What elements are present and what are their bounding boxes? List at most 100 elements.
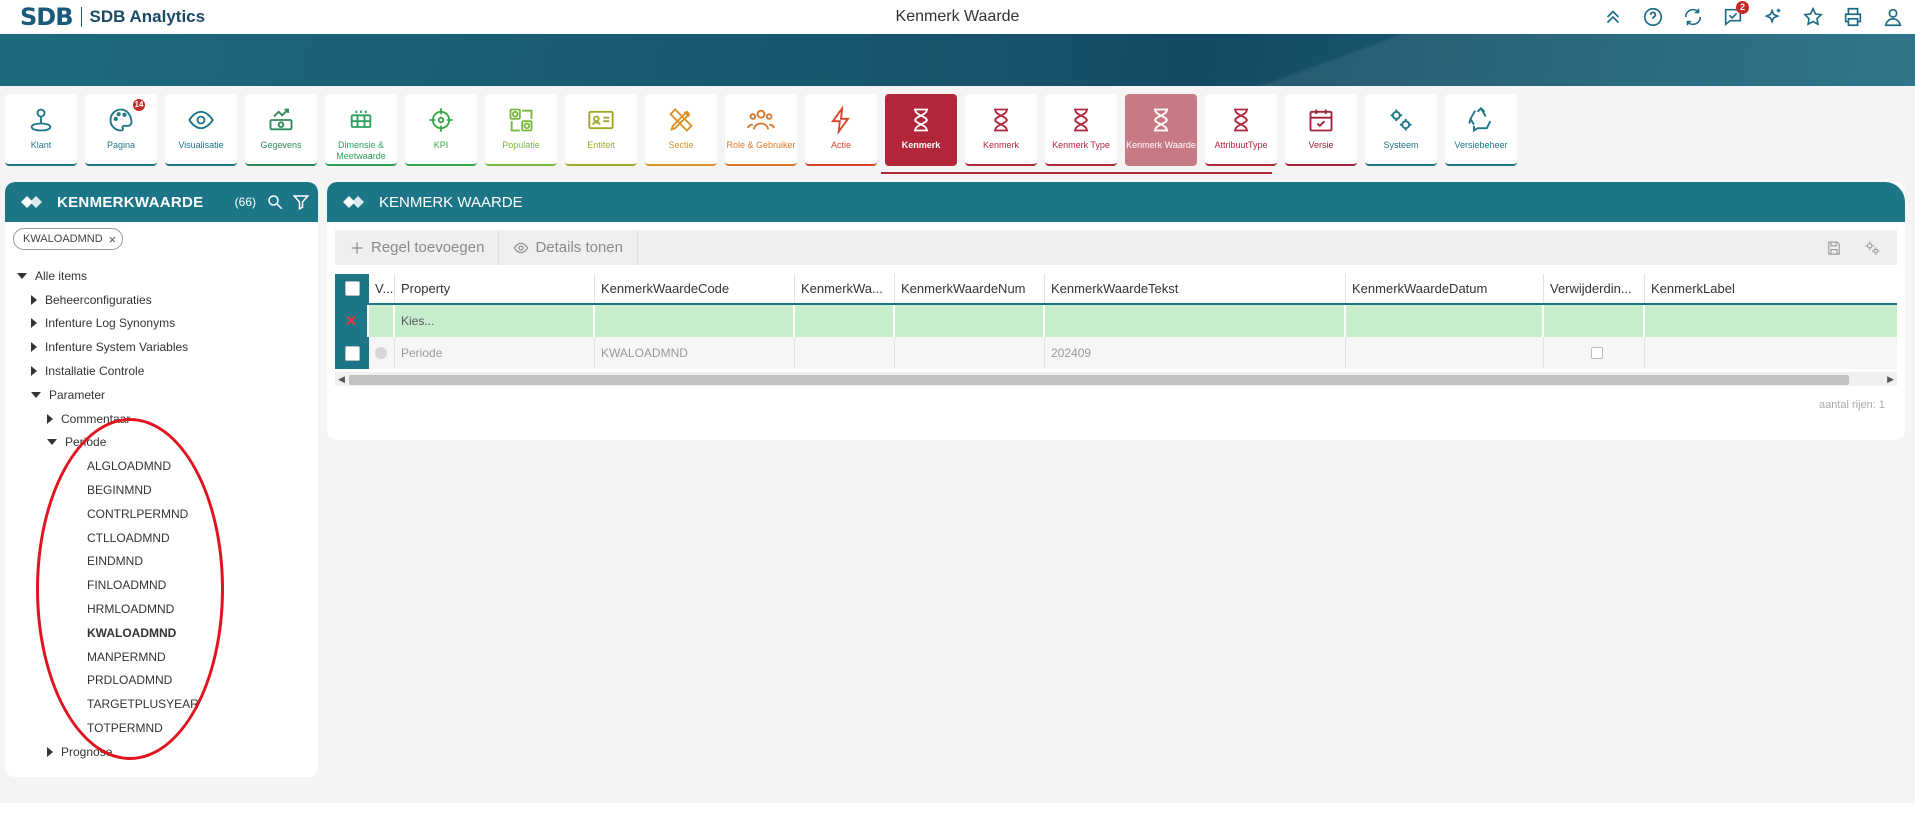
horizontal-scrollbar[interactable]: ◀ ▶: [335, 372, 1897, 386]
tree-item[interactable]: HRMLOADMND: [17, 597, 199, 621]
table-row[interactable]: Periode KWALOADMND 202409: [335, 337, 1897, 369]
nav-tile-pagina[interactable]: Pagina 14: [85, 94, 157, 166]
tree-item[interactable]: CONTRLPERMND: [17, 502, 199, 526]
nav-tile-dimensie[interactable]: Dimensie & Meetwaarde: [325, 94, 397, 166]
cell-num[interactable]: [895, 337, 1045, 369]
nav-tile-visualisatie[interactable]: Visualisatie: [165, 94, 237, 166]
col-header-wa[interactable]: KenmerkWa...: [795, 274, 895, 303]
close-icon[interactable]: ×: [109, 232, 117, 247]
nav-tile-versie[interactable]: Versie: [1285, 94, 1357, 166]
col-header-num[interactable]: KenmerkWaardeNum: [895, 274, 1045, 303]
nav-tile-versiebeheer[interactable]: Versiebeheer: [1445, 94, 1517, 166]
tree-item[interactable]: Prognose: [17, 740, 199, 764]
search-icon[interactable]: [266, 193, 284, 211]
nav-tile-role-gebruiker[interactable]: Role & Gebruiker: [725, 94, 797, 166]
nav-tile-klant[interactable]: Klant: [5, 94, 77, 166]
scroll-left-arrow-icon[interactable]: ◀: [338, 374, 345, 385]
collapse-up-icon[interactable]: [1599, 3, 1627, 31]
nav-tile-systeem[interactable]: Systeem: [1365, 94, 1437, 166]
tree-item[interactable]: Beheerconfiguraties: [17, 288, 199, 312]
caret-right-icon[interactable]: [31, 342, 37, 353]
new-verwijderd-input[interactable]: [1544, 305, 1645, 337]
tree-item[interactable]: EINDMND: [17, 550, 199, 574]
nav-tile-attribuuttype[interactable]: AttribuutType: [1205, 94, 1277, 166]
col-header-datum[interactable]: KenmerkWaardeDatum: [1346, 274, 1544, 303]
add-row-button[interactable]: Regel toevoegen: [335, 230, 500, 265]
new-num-input[interactable]: [895, 305, 1045, 337]
row-checkbox[interactable]: [335, 337, 369, 369]
select-all-checkbox[interactable]: [335, 274, 369, 303]
tree-item[interactable]: Infenture System Variables: [17, 335, 199, 359]
col-header-label[interactable]: KenmerkLabel: [1645, 274, 1897, 303]
cell-datum[interactable]: [1346, 337, 1544, 369]
nav-tile-sectie[interactable]: Sectie: [645, 94, 717, 166]
cell-code[interactable]: KWALOADMND: [595, 337, 795, 369]
filter-icon[interactable]: [292, 193, 310, 211]
print-icon[interactable]: [1839, 3, 1867, 31]
tree-item[interactable]: Alle items: [17, 264, 199, 288]
col-header-tekst[interactable]: KenmerkWaardeTekst: [1045, 274, 1346, 303]
save-icon[interactable]: [1825, 239, 1843, 257]
scroll-right-arrow-icon[interactable]: ▶: [1887, 374, 1894, 385]
tree-item[interactable]: KWALOADMND: [17, 621, 199, 645]
cell-wa[interactable]: [795, 337, 895, 369]
grid-header-row: V... Property KenmerkWaardeCode KenmerkW…: [335, 274, 1897, 305]
favorite-star-icon[interactable]: [1799, 3, 1827, 31]
new-wa-input[interactable]: [795, 305, 895, 337]
filter-chip[interactable]: KWALOADMND ×: [13, 228, 124, 250]
new-label-input[interactable]: [1645, 305, 1897, 337]
tree-item[interactable]: Infenture Log Synonyms: [17, 312, 199, 336]
col-header-verwijderd[interactable]: Verwijderdin...: [1544, 274, 1645, 303]
nav-tile-populatie[interactable]: Populatie: [485, 94, 557, 166]
user-icon[interactable]: [1879, 3, 1907, 31]
nav-tile-entiteit[interactable]: Entiteit: [565, 94, 637, 166]
tree-item[interactable]: TOTPERMND: [17, 716, 199, 740]
nav-tile-kpi[interactable]: KPI: [405, 94, 477, 166]
caret-right-icon[interactable]: [31, 366, 37, 377]
tree-item[interactable]: Parameter: [17, 383, 199, 407]
show-details-button[interactable]: Details tonen: [499, 230, 638, 265]
col-header-property[interactable]: Property: [395, 274, 595, 303]
property-select[interactable]: Kies...: [395, 305, 595, 337]
tree-item[interactable]: TARGETPLUSYEAR: [17, 692, 199, 716]
tree-item[interactable]: FINLOADMND: [17, 573, 199, 597]
new-tekst-input[interactable]: [1045, 305, 1346, 337]
col-header-v[interactable]: V...: [369, 274, 395, 303]
col-header-code[interactable]: KenmerkWaardeCode: [595, 274, 795, 303]
nav-tile-actie[interactable]: Actie: [805, 94, 877, 166]
help-icon[interactable]: [1639, 3, 1667, 31]
nav-tile-kenmerk-waarde[interactable]: Kenmerk Waarde: [1125, 94, 1197, 166]
caret-down-icon[interactable]: [31, 391, 41, 398]
refresh-icon[interactable]: [1679, 3, 1707, 31]
tree-item-label: TOTPERMND: [87, 721, 163, 736]
cancel-new-row-button[interactable]: ✕: [335, 305, 369, 337]
cell-label[interactable]: [1645, 337, 1897, 369]
cell-property[interactable]: Periode: [395, 337, 595, 369]
tree-item[interactable]: Installatie Controle: [17, 359, 199, 383]
caret-right-icon[interactable]: [31, 318, 37, 329]
sparkle-star-icon[interactable]: [1759, 3, 1787, 31]
tree-item[interactable]: MANPERMND: [17, 645, 199, 669]
tree-item[interactable]: Commentaar: [17, 407, 199, 431]
tree-item[interactable]: BEGINMND: [17, 478, 199, 502]
caret-down-icon[interactable]: [47, 439, 57, 446]
scrollbar-thumb[interactable]: [349, 375, 1849, 385]
caret-down-icon[interactable]: [17, 272, 27, 279]
tree-item[interactable]: ALGLOADMND: [17, 454, 199, 478]
messages-icon[interactable]: 2: [1719, 1, 1749, 31]
settings-gears-icon[interactable]: [1863, 239, 1881, 257]
new-code-input[interactable]: [595, 305, 795, 337]
caret-right-icon[interactable]: [47, 413, 53, 424]
caret-right-icon[interactable]: [31, 294, 37, 305]
cell-tekst[interactable]: 202409: [1045, 337, 1346, 369]
tree-item[interactable]: CTLLOADMND: [17, 526, 199, 550]
new-datum-input[interactable]: [1346, 305, 1544, 337]
tree-item[interactable]: PRDLOADMND: [17, 669, 199, 693]
nav-tile-kenmerk-group[interactable]: Kenmerk: [885, 94, 957, 166]
nav-tile-gegevens[interactable]: Gegevens: [245, 94, 317, 166]
cell-verwijderd-checkbox[interactable]: [1544, 337, 1645, 369]
nav-tile-kenmerk-type[interactable]: Kenmerk Type: [1045, 94, 1117, 166]
tree-item[interactable]: Periode: [17, 431, 199, 455]
caret-right-icon[interactable]: [47, 746, 53, 757]
nav-tile-kenmerk[interactable]: Kenmerk: [965, 94, 1037, 166]
